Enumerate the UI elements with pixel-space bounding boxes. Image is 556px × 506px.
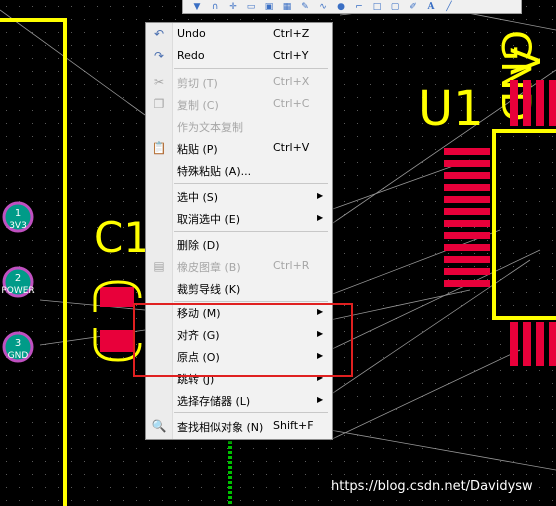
menu-item-label: 查找相似对象 (N) [177,421,264,434]
menu-item-shortcut: Ctrl+R [273,259,310,272]
rect2-icon[interactable]: ▢ [387,1,403,13]
wave-icon[interactable]: ∿ [315,1,331,13]
scissors-icon: ✂ [153,75,165,89]
menu-item-label: 橡皮图章 (B) [177,261,241,274]
menu-separator [174,68,328,69]
magnet-icon[interactable]: ∩ [207,1,223,13]
find-similar-icon: 🔍 [151,419,167,433]
menu-item-shortcut: Ctrl+X [273,75,310,88]
menu-item-rubber-stamp[interactable]: ▤ 橡皮图章 (B) Ctrl+R [146,256,332,276]
menu-item-delete[interactable]: 删除 (D) [146,234,332,254]
menu-item-cut[interactable]: ✂ 剪切 (T) Ctrl+X [146,72,332,92]
pin-icon[interactable]: ● [333,1,349,13]
pencil-icon[interactable]: ✎ [297,1,313,13]
line-icon[interactable]: ╱ [441,1,457,13]
highlight-annotation-box [133,303,353,377]
route-icon[interactable]: ⌐ [351,1,367,13]
menu-item-label: 裁剪导线 (K) [177,283,241,296]
pin-net-2: POWER [1,286,34,296]
menu-separator [174,231,328,232]
v-label: V [504,47,550,75]
menu-separator [174,183,328,184]
rect-icon[interactable]: □ [369,1,385,13]
pcb-toolbar: ▼ ∩ ✛ ▭ ▣ ▦ ✎ ∿ ● ⌐ □ ▢ ✐ A ╱ [182,0,522,14]
menu-item-shortcut: Ctrl+Z [273,27,310,40]
menu-separator [174,412,328,413]
menu-item-label: 取消选中 (E) [177,213,241,226]
menu-item-label: Undo [177,27,206,40]
menu-item-paste-special[interactable]: 特殊粘贴 (A)... [146,160,332,180]
watermark-text: https://blog.csdn.net/Davidysw [331,479,533,494]
copy-icon: ❐ [153,97,165,111]
pin-net-1: 3V3 [9,221,27,231]
menu-item-selection-memory[interactable]: 选择存储器 (L) ▶ [146,390,332,410]
menu-item-redo[interactable]: ↷ Redo Ctrl+Y [146,46,332,66]
menu-item-copy[interactable]: ❐ 复制 (C) Ctrl+C [146,94,332,114]
menu-item-label: 复制 (C) [177,99,219,112]
pin-net-3: GND [8,351,29,361]
menu-item-find-similar[interactable]: 🔍 查找相似对象 (N) Shift+F [146,416,332,436]
edit-icon[interactable]: ✐ [405,1,421,13]
stamp-icon: ▤ [153,259,165,273]
pin-number-3: 3 [15,338,21,349]
select-rect-icon[interactable]: ▭ [243,1,259,13]
menu-item-label: 选择存储器 (L) [177,395,251,408]
menu-item-label: 剪切 (T) [177,77,218,90]
submenu-arrow-icon: ▶ [317,191,324,200]
undo-icon: ↶ [153,27,165,41]
submenu-arrow-icon: ▶ [317,395,324,404]
pin-number-2: 2 [15,273,21,284]
text-icon[interactable]: A [423,1,439,13]
menu-item-label: 作为文本复制 [177,121,243,134]
menu-item-label: 删除 (D) [177,239,220,252]
menu-item-label: Redo [177,49,205,62]
redo-icon: ↷ [153,49,165,63]
filter-icon[interactable]: ▼ [189,1,205,13]
menu-item-trim-wire[interactable]: 裁剪导线 (K) [146,278,332,298]
paste-icon: 📋 [151,141,167,155]
c1-designator: C1 [94,213,150,262]
submenu-arrow-icon: ▶ [317,213,324,222]
menu-item-label: 特殊粘贴 (A)... [177,165,252,178]
menu-item-shortcut: Ctrl+Y [273,49,309,62]
menu-item-undo[interactable]: ↶ Undo Ctrl+Z [146,24,332,44]
move-cross-icon[interactable]: ✛ [225,1,241,13]
menu-item-deselect[interactable]: 取消选中 (E) ▶ [146,208,332,228]
menu-item-shortcut: Ctrl+C [273,97,310,110]
menu-item-shortcut: Ctrl+V [273,141,310,154]
menu-item-copy-as-text[interactable]: 作为文本复制 [146,116,332,136]
menu-item-paste[interactable]: 📋 粘贴 (P) Ctrl+V [146,138,332,158]
menu-item-shortcut: Shift+F [273,419,314,432]
u1-designator: U1 [418,81,484,137]
pin-number-1: 1 [15,208,21,219]
menu-item-select[interactable]: 选中 (S) ▶ [146,186,332,206]
menu-item-label: 选中 (S) [177,191,219,204]
context-menu: ↶ Undo Ctrl+Z ↷ Redo Ctrl+Y ✂ 剪切 (T) Ctr… [145,22,333,440]
chip-icon[interactable]: ▦ [279,1,295,13]
component-icon[interactable]: ▣ [261,1,277,13]
menu-item-label: 粘贴 (P) [177,143,218,156]
